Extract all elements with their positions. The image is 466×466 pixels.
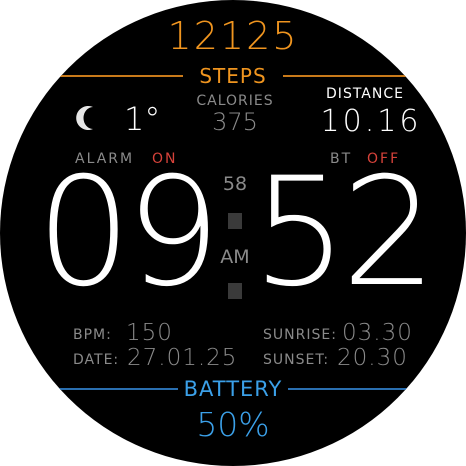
time-hours: 09 (36, 146, 221, 320)
time-ampm: AM (220, 246, 250, 268)
watch-face: 12125 STEPS 1° CALORIES 375 DISTANCE 10.… (0, 0, 466, 466)
steps-label: STEPS (199, 64, 267, 88)
distance-value: 10.16 (320, 104, 422, 139)
calories-value: 375 (212, 108, 258, 136)
bpm-value: 150 (126, 320, 173, 346)
calories-label: CALORIES (196, 93, 274, 109)
distance-label: DISTANCE (326, 86, 404, 102)
date-value: 27.01.25 (127, 345, 238, 371)
time-minutes: 52 (252, 146, 437, 320)
time-seconds: 58 (222, 173, 248, 195)
sunrise-label: SUNRISE: (263, 327, 337, 343)
steps-value: 12125 (167, 14, 299, 58)
sunrise-value: 03.30 (342, 320, 413, 346)
date-label: DATE: (73, 352, 120, 368)
battery-value: 50% (196, 405, 270, 444)
battery-label: BATTERY (183, 377, 283, 401)
sunset-value: 20.30 (337, 345, 408, 371)
moon-icon (76, 106, 93, 130)
sunset-label: SUNSET: (263, 352, 330, 368)
time-separator-bottom (228, 283, 242, 299)
bpm-label: BPM: (73, 327, 112, 343)
time-separator-top (228, 213, 242, 229)
temperature-value: 1° (124, 100, 161, 138)
